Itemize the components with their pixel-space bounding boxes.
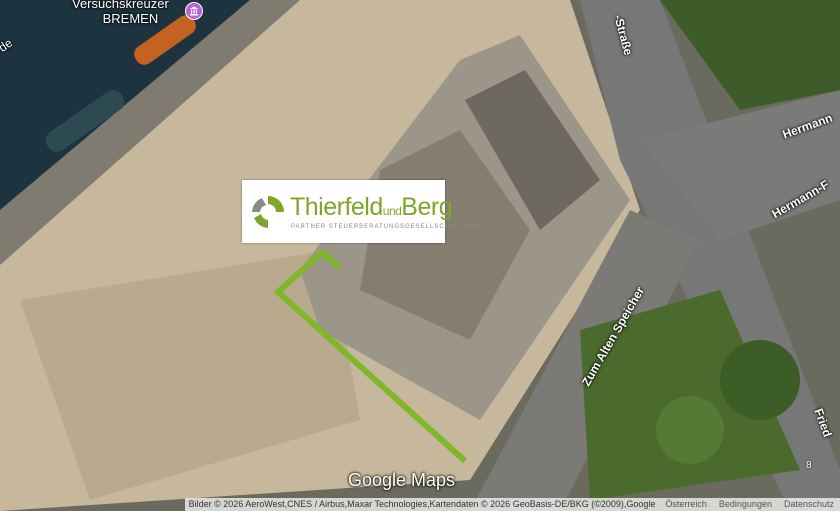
poi-label[interactable]: Versuchskreuzer BREMEN xyxy=(72,0,169,26)
company-name-first: Thierfeld xyxy=(290,193,383,221)
privacy-link[interactable]: Datenschutz xyxy=(777,498,840,511)
company-name: ThierfeldundBerg xyxy=(290,193,453,222)
tree xyxy=(656,396,724,464)
company-name-connector: und xyxy=(382,204,402,218)
terms-link[interactable]: Bedingungen xyxy=(712,498,778,511)
company-logo-icon xyxy=(252,196,284,228)
poi-name: Versuchskreuzer xyxy=(72,0,169,11)
company-marker[interactable]: ThierfeldundBerg PARTNER STEUERBERATUNGS… xyxy=(242,180,482,243)
google-maps-logo: Google Maps xyxy=(348,470,456,490)
attribution-bar: Bilder © 2026 AeroWest,CNES / Airbus,Max… xyxy=(0,498,840,511)
tree xyxy=(720,340,800,420)
company-name-second: Berg xyxy=(401,193,453,221)
country-link[interactable]: Österreich xyxy=(659,498,713,511)
company-subtitle: PARTNER STEUERBERATUNGSGESELLSCHAFT MBB xyxy=(291,224,483,230)
museum-icon[interactable] xyxy=(185,2,203,20)
poi-subname: BREMEN xyxy=(102,11,159,26)
attribution-text: Bilder © 2026 AeroWest,CNES / Airbus,Max… xyxy=(184,498,660,511)
satellite-map[interactable] xyxy=(0,0,840,511)
corner-number: 8 xyxy=(806,460,812,471)
